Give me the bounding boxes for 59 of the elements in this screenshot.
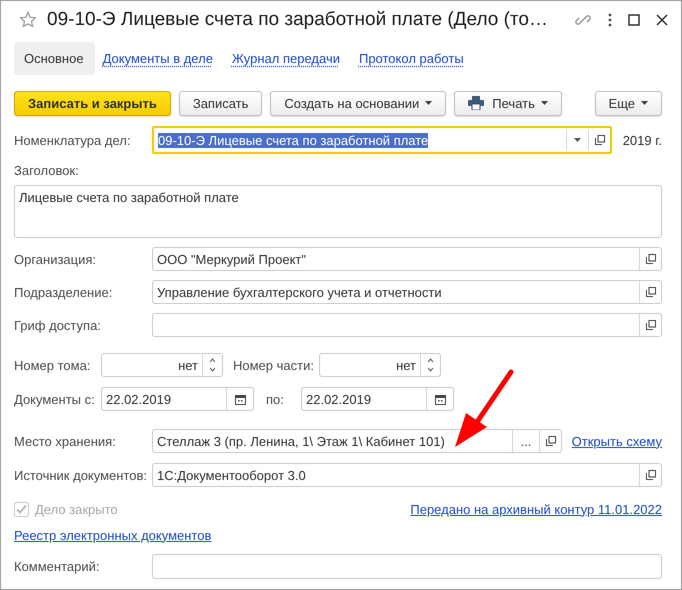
field-label: Документы с:	[14, 392, 96, 406]
field-label: по:	[265, 392, 285, 406]
field-label: Подразделение:	[14, 284, 114, 300]
save-close-button[interactable]: Записать и закрыть	[14, 90, 171, 116]
more-button[interactable]: Еще	[594, 90, 662, 116]
open-icon[interactable]	[646, 254, 656, 264]
field-label: Источник документов:	[14, 468, 148, 482]
tab[interactable]: Журнал передачи	[222, 42, 351, 75]
spinner-icon[interactable]	[210, 358, 215, 372]
create-based-on-button[interactable]: Создать на основании	[270, 90, 446, 116]
input-field[interactable]	[152, 313, 662, 337]
open-icon[interactable]	[646, 320, 656, 330]
star-icon[interactable]	[19, 11, 37, 29]
archive-link[interactable]: Передано на архивный контур 11.01.2022	[410, 502, 662, 516]
caret-icon	[540, 101, 548, 105]
nomenclature-field[interactable]: 09-10-Э Лицевые счета по заработной плате	[152, 126, 612, 154]
print-button[interactable]: Печать	[454, 90, 562, 116]
field-label: Заголовок:	[14, 163, 79, 178]
open-icon[interactable]	[594, 135, 604, 145]
window-title: 09-10-Э Лицевые счета по заработной плате (Дело (то…	[47, 9, 549, 31]
open-icon[interactable]	[646, 287, 656, 297]
maximize-icon[interactable]	[628, 14, 640, 26]
calendar-icon[interactable]	[434, 394, 446, 404]
checkbox-label: Дело закрыто	[35, 502, 118, 516]
save-button[interactable]: Записать	[178, 90, 262, 116]
registry-link[interactable]: Реестр электронных документов	[14, 528, 212, 542]
field-label: Организация:	[14, 252, 98, 266]
number-field[interactable]: нет	[101, 353, 223, 377]
field-label: Номенклатура дел:	[14, 132, 132, 148]
tab[interactable]: Протокол работы	[348, 42, 475, 75]
field-label: Место хранения:	[14, 434, 117, 448]
input-field[interactable]: 1С:Документооборот 3.0	[152, 463, 662, 487]
printer-icon	[468, 96, 484, 110]
storage-field[interactable]: Стеллаж 3 (пр. Ленина, 1\ Этаж 1\ Кабинет 101) ...	[152, 429, 562, 453]
caret-icon	[425, 101, 432, 105]
comment-field[interactable]	[152, 554, 662, 579]
heading-field[interactable]: Лицевые счета по заработной плате	[14, 185, 662, 238]
calendar-icon[interactable]	[234, 394, 246, 404]
date-field[interactable]: 22.02.2019	[301, 387, 454, 411]
field-label: Гриф доступа:	[14, 318, 102, 332]
open-scheme-link[interactable]: Открыть схему	[572, 434, 662, 448]
field-label: Комментарий:	[14, 559, 100, 574]
caret-icon	[641, 101, 648, 105]
spinner-icon[interactable]	[428, 358, 433, 372]
open-icon[interactable]	[646, 470, 656, 480]
open-icon[interactable]	[546, 436, 556, 446]
field-label: Номер тома:	[14, 358, 92, 372]
year-text: 2019 г.	[622, 132, 662, 148]
input-field[interactable]: ООО "Меркурий Проект"	[152, 247, 662, 271]
tab[interactable]: Основное	[14, 42, 95, 75]
more-icon[interactable]	[608, 13, 612, 27]
field-label: Номер части:	[233, 358, 315, 372]
tab[interactable]: Документы в деле	[92, 42, 224, 75]
date-field[interactable]: 22.02.2019	[101, 387, 254, 411]
close-icon[interactable]	[656, 14, 668, 26]
input-field[interactable]: Управление бухгалтерского учета и отчетности	[152, 280, 662, 304]
choice-button[interactable]: ...	[512, 430, 539, 452]
dropdown-icon[interactable]	[574, 138, 581, 142]
number-field[interactable]: нет	[319, 353, 441, 377]
